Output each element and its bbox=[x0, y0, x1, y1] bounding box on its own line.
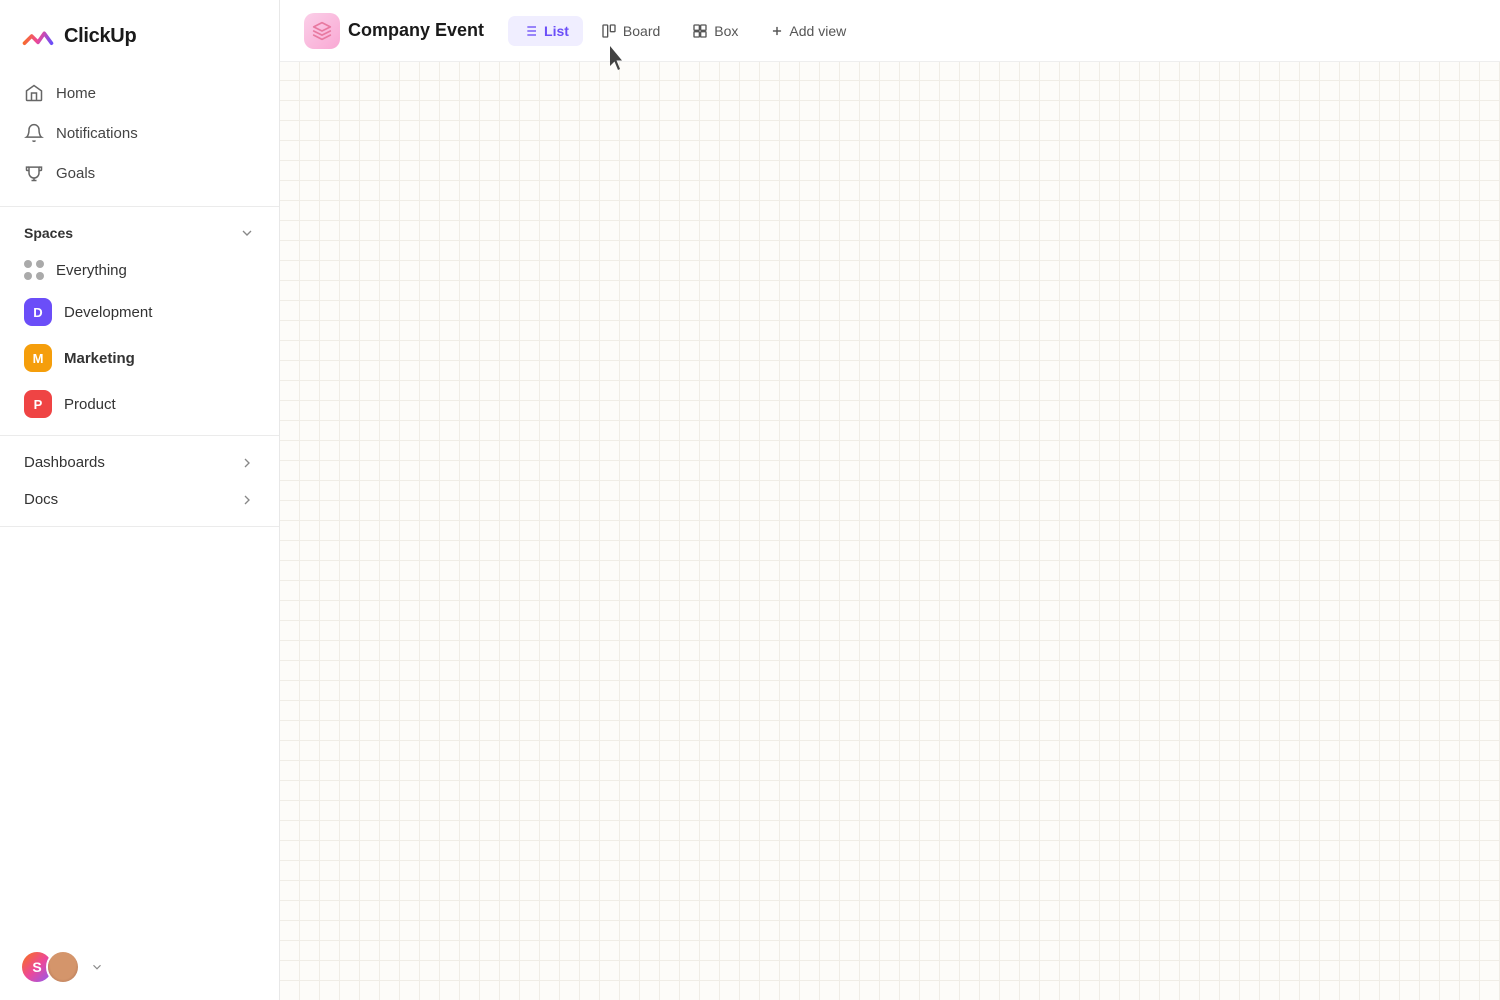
everything-dots-icon bbox=[24, 260, 44, 280]
sidebar-item-development[interactable]: D Development bbox=[12, 289, 267, 335]
spaces-section: Spaces Everything D Development M Market… bbox=[0, 215, 279, 427]
dashboards-chevron-icon bbox=[239, 455, 255, 471]
board-tab-label: Board bbox=[623, 23, 660, 39]
nav-divider bbox=[0, 206, 279, 207]
sidebar-item-product[interactable]: P Product bbox=[12, 381, 267, 427]
main-content: Company Event List bbox=[280, 0, 1500, 1000]
home-icon bbox=[24, 83, 44, 103]
sidebar: ClickUp Home Notifications Goals bbox=[0, 0, 280, 1000]
project-title: Company Event bbox=[348, 20, 484, 41]
sidebar-item-dashboards[interactable]: Dashboards bbox=[12, 444, 267, 481]
marketing-badge: M bbox=[24, 344, 52, 372]
sidebar-item-docs[interactable]: Docs bbox=[12, 481, 267, 518]
spaces-label: Spaces bbox=[24, 225, 73, 241]
add-view-button[interactable]: Add view bbox=[756, 16, 860, 46]
sidebar-footer[interactable]: S bbox=[0, 934, 279, 1000]
bottom-sections: Dashboards Docs bbox=[0, 444, 279, 518]
sidebar-logo[interactable]: ClickUp bbox=[0, 0, 279, 68]
clickup-logo-icon bbox=[20, 18, 56, 54]
view-tabs: List Board Box bbox=[508, 16, 860, 46]
sidebar-item-marketing[interactable]: M Marketing bbox=[12, 335, 267, 381]
docs-label: Docs bbox=[24, 491, 58, 508]
product-badge: P bbox=[24, 390, 52, 418]
docs-chevron-icon bbox=[239, 492, 255, 508]
topbar: Company Event List bbox=[280, 0, 1500, 62]
home-label: Home bbox=[56, 85, 96, 102]
board-tab-icon bbox=[601, 23, 617, 39]
notifications-label: Notifications bbox=[56, 125, 138, 142]
tab-box[interactable]: Box bbox=[678, 16, 752, 46]
development-label: Development bbox=[64, 304, 152, 321]
avatar-photo bbox=[46, 950, 80, 984]
bell-icon bbox=[24, 123, 44, 143]
footer-chevron-icon bbox=[90, 960, 104, 974]
add-view-label: Add view bbox=[789, 23, 846, 39]
marketing-label: Marketing bbox=[64, 350, 135, 367]
sidebar-item-home[interactable]: Home bbox=[12, 74, 267, 112]
sidebar-item-notifications[interactable]: Notifications bbox=[12, 114, 267, 152]
avatar-stack: S bbox=[20, 950, 80, 984]
spaces-header[interactable]: Spaces bbox=[12, 215, 267, 251]
project-cube-icon bbox=[312, 21, 332, 41]
sidebar-nav: Home Notifications Goals bbox=[0, 68, 279, 198]
box-tab-icon bbox=[692, 23, 708, 39]
spaces-chevron-icon bbox=[239, 225, 255, 241]
project-icon bbox=[304, 13, 340, 49]
content-area bbox=[280, 62, 1500, 1000]
plus-icon bbox=[770, 24, 784, 38]
everything-label: Everything bbox=[56, 262, 127, 279]
trophy-icon bbox=[24, 163, 44, 183]
dashboards-label: Dashboards bbox=[24, 454, 105, 471]
list-tab-label: List bbox=[544, 23, 569, 39]
spaces-divider bbox=[0, 435, 279, 436]
app-name: ClickUp bbox=[64, 25, 136, 48]
box-tab-label: Box bbox=[714, 23, 738, 39]
tab-list[interactable]: List bbox=[508, 16, 583, 46]
goals-label: Goals bbox=[56, 165, 95, 182]
bottom-divider bbox=[0, 526, 279, 527]
list-tab-icon bbox=[522, 23, 538, 39]
sidebar-item-goals[interactable]: Goals bbox=[12, 154, 267, 192]
product-label: Product bbox=[64, 396, 116, 413]
sidebar-item-everything[interactable]: Everything bbox=[12, 251, 267, 289]
tab-board[interactable]: Board bbox=[587, 16, 674, 46]
development-badge: D bbox=[24, 298, 52, 326]
